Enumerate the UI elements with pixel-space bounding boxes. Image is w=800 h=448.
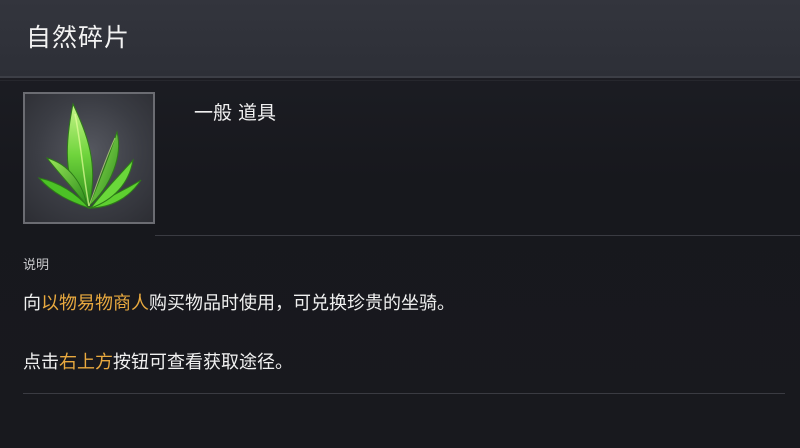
green-leaf-sprout-icon xyxy=(37,102,142,210)
barter-merchant-highlight: 以物易物商人 xyxy=(41,293,149,314)
item-icon-frame xyxy=(23,92,155,224)
item-type-label: 一般 道具 xyxy=(194,102,277,124)
header-divider xyxy=(0,80,800,81)
description-label: 说明 xyxy=(23,258,50,273)
description-text: 向 xyxy=(23,293,41,314)
description-line-1: 向以物易物商人购买物品时使用，可兑换珍贵的坐骑。 xyxy=(23,289,455,315)
section-divider xyxy=(155,235,800,236)
description-text: 点击 xyxy=(23,352,59,373)
item-title: 自然碎片 xyxy=(26,23,131,52)
description-text: 按钮可查看获取途径。 xyxy=(113,352,293,373)
tooltip-header: 自然碎片 xyxy=(0,0,800,78)
description-text: 购买物品时使用，可兑换珍贵的坐骑。 xyxy=(149,293,455,314)
description-line-2: 点击右上方按钮可查看获取途径。 xyxy=(23,348,293,374)
bottom-divider xyxy=(23,393,785,394)
item-tooltip: 自然碎片 一般 道具 说明 向以物易物商人购买物品时使用，可兑换珍贵的坐骑。 点… xyxy=(0,0,800,448)
top-right-highlight: 右上方 xyxy=(59,352,113,373)
